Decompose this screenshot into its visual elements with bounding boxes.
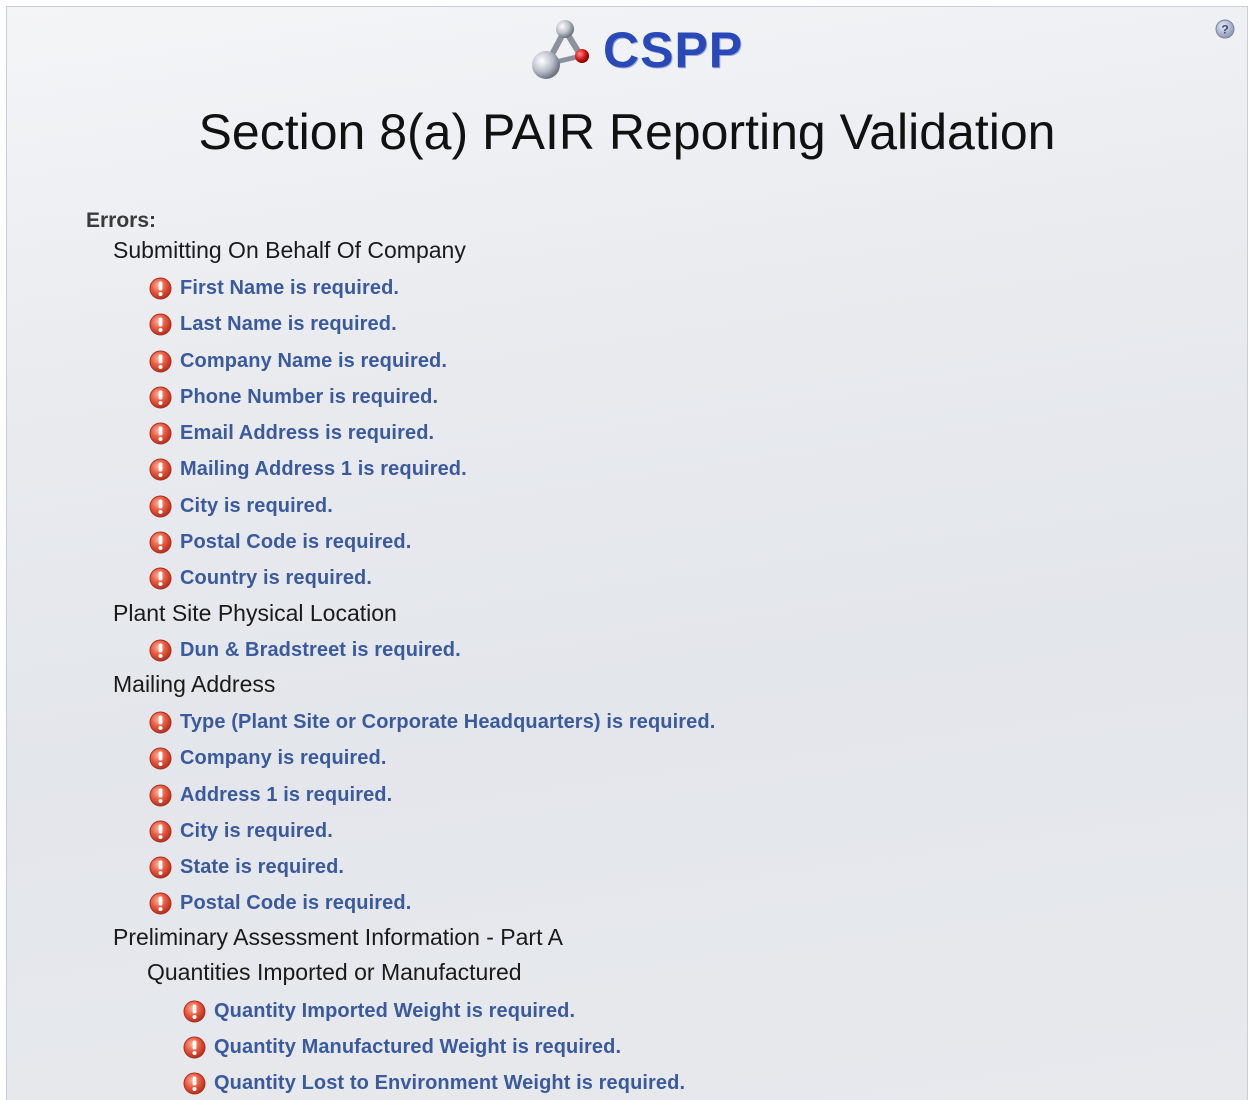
error-message: Postal Code is required. (180, 892, 412, 914)
error-message: Type (Plant Site or Corporate Headquarte… (180, 711, 716, 733)
group-title: Mailing Address (113, 671, 276, 697)
error-item: Dun & Bradstreet is required. (149, 639, 461, 662)
help-icon[interactable]: ? (1215, 19, 1235, 39)
errors-heading: Errors: (86, 209, 157, 232)
error-icon (149, 892, 172, 915)
error-icon (183, 1072, 206, 1095)
error-icon (149, 784, 172, 807)
error-item: First Name is required. (149, 277, 399, 300)
error-item: Quantity Imported Weight is required. (183, 1000, 575, 1023)
error-item: Email Address is required. (149, 422, 434, 445)
error-item: City is required. (149, 495, 333, 518)
error-icon (149, 350, 172, 373)
error-item: Country is required. (149, 567, 372, 590)
error-item: Postal Code is required. (149, 892, 411, 915)
error-message: Postal Code is required. (180, 531, 412, 553)
error-message: State is required. (180, 856, 345, 878)
error-icon (149, 531, 172, 554)
error-message: Country is required. (180, 567, 373, 589)
error-icon (149, 495, 172, 518)
error-item: Type (Plant Site or Corporate Headquarte… (149, 711, 715, 734)
subgroup-title: Quantities Imported or Manufactured (147, 959, 522, 985)
error-icon (149, 422, 172, 445)
error-item: Phone Number is required. (149, 386, 438, 409)
page-title: Section 8(a) PAIR Reporting Validation (198, 104, 1056, 160)
error-item: City is required. (149, 820, 333, 843)
error-message: Dun & Bradstreet is required. (180, 639, 461, 661)
error-message: Company is required. (180, 747, 387, 769)
molecule-icon (532, 20, 589, 79)
error-icon (149, 313, 172, 336)
error-message: Phone Number is required. (180, 386, 439, 408)
error-message: Quantity Imported Weight is required. (214, 1000, 576, 1022)
error-item: Company is required. (149, 747, 387, 770)
error-icon (149, 639, 172, 662)
error-item: State is required. (149, 856, 344, 879)
error-icon (183, 1000, 206, 1023)
error-icon (149, 277, 172, 300)
error-message: City is required. (180, 820, 333, 842)
error-item: Mailing Address 1 is required. (149, 458, 467, 481)
error-item: Quantity Manufactured Weight is required… (183, 1036, 621, 1059)
error-icon (149, 747, 172, 770)
group-title: Submitting On Behalf Of Company (113, 237, 466, 263)
group-title: Preliminary Assessment Information - Par… (113, 924, 563, 950)
error-item: Company Name is required. (149, 350, 447, 373)
error-message: Email Address is required. (180, 422, 435, 444)
error-item: Postal Code is required. (149, 531, 411, 554)
error-item: Address 1 is required. (149, 784, 392, 807)
svg-text:?: ? (1221, 23, 1228, 37)
error-message: Company Name is required. (180, 350, 448, 372)
error-icon (183, 1036, 206, 1059)
cspp-logo: CSPP (527, 15, 743, 85)
error-icon (149, 386, 172, 409)
group-title: Plant Site Physical Location (113, 600, 397, 626)
error-message: Mailing Address 1 is required. (180, 458, 467, 480)
error-icon (149, 711, 172, 734)
error-icon (149, 567, 172, 590)
error-icon (149, 856, 172, 879)
error-icon (149, 820, 172, 843)
error-message: Quantity Manufactured Weight is required… (214, 1036, 622, 1058)
error-message: First Name is required. (180, 277, 400, 299)
error-message: Quantity Lost to Environment Weight is r… (214, 1072, 686, 1094)
error-item: Last Name is required. (149, 313, 397, 336)
error-item: Quantity Lost to Environment Weight is r… (183, 1072, 685, 1095)
error-message: Last Name is required. (180, 313, 397, 335)
error-icon (149, 458, 172, 481)
error-message: City is required. (180, 495, 333, 517)
error-message: Address 1 is required. (180, 784, 393, 806)
logo-text: CSPP (603, 22, 744, 78)
